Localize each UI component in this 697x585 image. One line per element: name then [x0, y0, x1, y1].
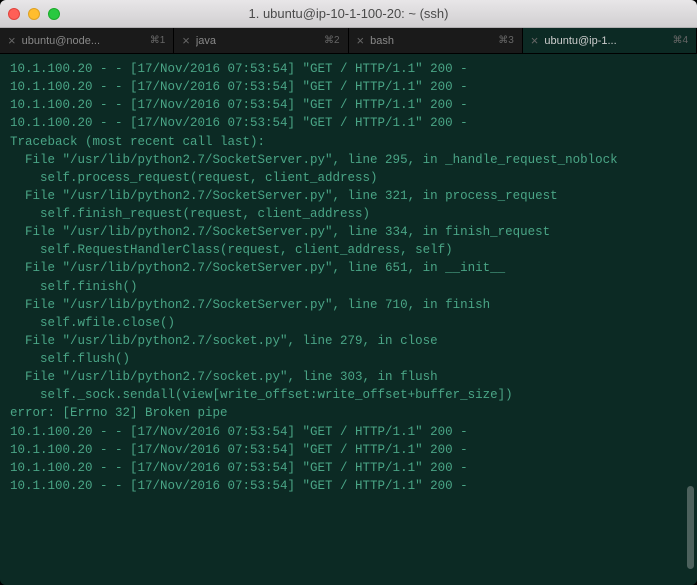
tab-bar: × ubuntu@node... ⌘1 × java ⌘2 × bash ⌘3 × ubuntu@i…	[0, 28, 697, 54]
tab-3[interactable]: × ubuntu@ip-1... ⌘4	[523, 28, 697, 53]
terminal-line: 10.1.100.20 - - [17/Nov/2016 07:53:54] "…	[10, 78, 687, 96]
tab-label: ubuntu@ip-1...	[544, 35, 666, 47]
terminal-line: self.finish()	[10, 278, 687, 296]
terminal-line: self.wfile.close()	[10, 314, 687, 332]
minimize-window-button[interactable]	[28, 8, 40, 20]
terminal-line: File "/usr/lib/python2.7/SocketServer.py…	[10, 259, 687, 277]
tab-2[interactable]: × bash ⌘3	[349, 28, 523, 53]
terminal-line: error: [Errno 32] Broken pipe	[10, 404, 687, 422]
close-tab-icon[interactable]: ×	[8, 33, 16, 48]
tab-1[interactable]: × java ⌘2	[174, 28, 348, 53]
terminal-line: 10.1.100.20 - - [17/Nov/2016 07:53:54] "…	[10, 441, 687, 459]
terminal-line: self.flush()	[10, 350, 687, 368]
tab-shortcut: ⌘2	[324, 35, 340, 46]
terminal-output[interactable]: 10.1.100.20 - - [17/Nov/2016 07:53:54] "…	[0, 54, 697, 585]
close-tab-icon[interactable]: ×	[531, 33, 539, 48]
terminal-line: File "/usr/lib/python2.7/SocketServer.py…	[10, 151, 687, 169]
terminal-window: 1. ubuntu@ip-10-1-100-20: ~ (ssh) × ubunt…	[0, 0, 697, 585]
terminal-line: self._sock.sendall(view[write_offset:wri…	[10, 386, 687, 404]
terminal-line: 10.1.100.20 - - [17/Nov/2016 07:53:54] "…	[10, 60, 687, 78]
terminal-line: self.process_request(request, client_add…	[10, 169, 687, 187]
tab-shortcut: ⌘1	[150, 35, 166, 46]
close-tab-icon[interactable]: ×	[357, 33, 365, 48]
terminal-line: 10.1.100.20 - - [17/Nov/2016 07:53:54] "…	[10, 477, 687, 495]
terminal-line: Traceback (most recent call last):	[10, 133, 687, 151]
tab-label: java	[196, 35, 318, 47]
close-tab-icon[interactable]: ×	[182, 33, 190, 48]
terminal-line: File "/usr/lib/python2.7/SocketServer.py…	[10, 187, 687, 205]
maximize-window-button[interactable]	[48, 8, 60, 20]
terminal-line: File "/usr/lib/python2.7/SocketServer.py…	[10, 296, 687, 314]
terminal-line: 10.1.100.20 - - [17/Nov/2016 07:53:54] "…	[10, 459, 687, 477]
titlebar: 1. ubuntu@ip-10-1-100-20: ~ (ssh)	[0, 0, 697, 28]
tab-label: bash	[370, 35, 492, 47]
scrollbar-track[interactable]	[687, 60, 694, 579]
terminal-line: self.finish_request(request, client_addr…	[10, 205, 687, 223]
terminal-line: self.RequestHandlerClass(request, client…	[10, 241, 687, 259]
window-title: 1. ubuntu@ip-10-1-100-20: ~ (ssh)	[0, 6, 697, 21]
terminal-line: 10.1.100.20 - - [17/Nov/2016 07:53:54] "…	[10, 114, 687, 132]
tab-label: ubuntu@node...	[22, 35, 144, 47]
terminal-line: File "/usr/lib/python2.7/SocketServer.py…	[10, 223, 687, 241]
terminal-line: 10.1.100.20 - - [17/Nov/2016 07:53:54] "…	[10, 423, 687, 441]
scrollbar-thumb[interactable]	[687, 486, 694, 569]
terminal-line: File "/usr/lib/python2.7/socket.py", lin…	[10, 368, 687, 386]
terminal-line: File "/usr/lib/python2.7/socket.py", lin…	[10, 332, 687, 350]
tab-0[interactable]: × ubuntu@node... ⌘1	[0, 28, 174, 53]
tab-shortcut: ⌘3	[498, 35, 514, 46]
tab-shortcut: ⌘4	[672, 35, 688, 46]
traffic-lights	[8, 8, 60, 20]
terminal-line: 10.1.100.20 - - [17/Nov/2016 07:53:54] "…	[10, 96, 687, 114]
terminal-viewport: 10.1.100.20 - - [17/Nov/2016 07:53:54] "…	[0, 54, 697, 585]
close-window-button[interactable]	[8, 8, 20, 20]
